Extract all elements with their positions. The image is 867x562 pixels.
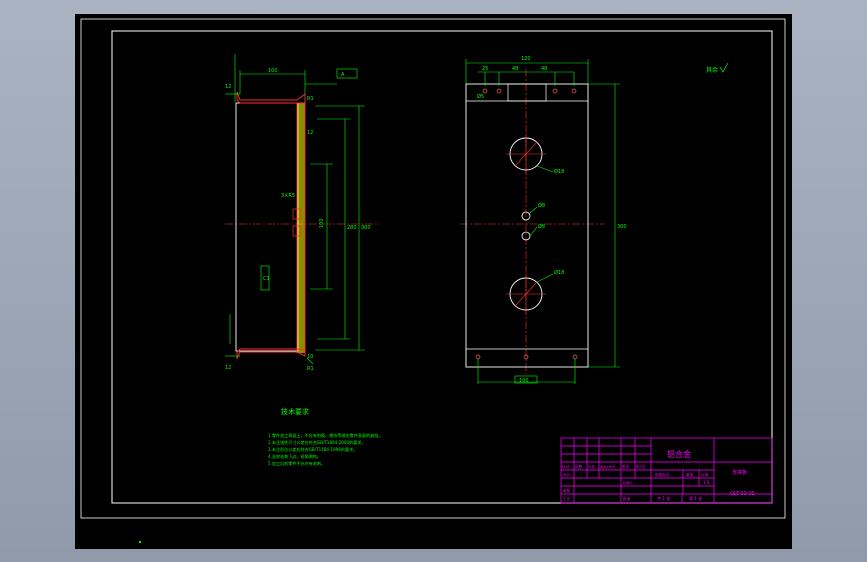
dim-front-spacing-c: 48 (541, 66, 547, 72)
title-header-change: 更改文件号 (600, 464, 615, 469)
side-top-flange (236, 91, 306, 104)
side-outline (235, 102, 299, 352)
dim-side-depth: 12 (307, 130, 313, 136)
tech-req-item-4: 4.去除毛刺飞边，锐角倒钝。 (268, 453, 321, 459)
dim-side-inner-height: 280 (347, 225, 357, 231)
dim-side-thickness: 10 (307, 354, 313, 360)
dim-side-chamfer: C1 (263, 276, 270, 282)
technical-requirements: 技术要求 1.零件加工表面上，不应有划痕、擦伤等损伤零件表面的缺陷。 2.未注线… (268, 407, 382, 466)
title-header-zone: 分区 (588, 464, 596, 469)
title-sheet-total: 共 1 张 (657, 495, 670, 501)
dim-front-spacing-a: 25 (482, 66, 488, 72)
title-block: 铝合金 支撑板 QLT-03-05 1:5 共 1 张 第 1 张 标记 处数 … (560, 437, 773, 504)
title-drawing-number: QLT-03-05 (730, 491, 755, 497)
title-sheet-index: 第 1 张 (689, 495, 702, 501)
dim-front-large-hole-2: Ø18 (554, 269, 564, 276)
cad-canvas[interactable]: 100 12 12 300 280 100 3×R5 12 10 R1 R1 C… (75, 14, 792, 549)
side-view: 100 12 12 300 280 100 3×R5 12 10 R1 R1 C… (225, 54, 380, 372)
title-role-approve: 批准 (623, 496, 631, 501)
roughness-symbol: 其余 (706, 62, 729, 74)
dim-side-overall-height: 300 (361, 225, 371, 231)
tech-req-item-3: 3.未注形位公差应符合GB/T1184-1996的要求。 (268, 446, 357, 452)
dim-front-overall-width: 120 (521, 56, 531, 62)
dim-side-top-width: 100 (268, 68, 278, 74)
dim-front-large-hole: Ø18 (554, 168, 564, 175)
dim-side-flange-left: 12 (225, 84, 231, 90)
dim-side-slot: 3×R5 (281, 193, 295, 199)
cad-drawing: 100 12 12 300 280 100 3×R5 12 10 R1 R1 C… (80, 18, 786, 543)
dim-front-small-hole-bottom: Ø8 (538, 223, 545, 230)
title-stage-mark: 阶段标记 (655, 472, 670, 477)
title-header-mark: 标记 (562, 464, 570, 469)
tech-req-heading: 技术要求 (281, 407, 309, 416)
title-header-sign: 签名 (622, 464, 630, 469)
title-role-standard: 标准化 (623, 480, 632, 485)
dim-front-bottom-spacing: 100 (519, 378, 529, 384)
dim-side-span: 100 (319, 218, 325, 228)
title-scale: 1:5 (703, 480, 710, 485)
dim-front-spacing-b: 48 (512, 66, 518, 72)
dim-front-corner-hole: Ø5 (477, 93, 484, 100)
dim-side-flange-bottom: 12 (225, 365, 231, 371)
title-part-name: 支撑板 (732, 469, 747, 476)
front-outline (465, 83, 589, 368)
front-view: 120 25 48 48 300 Ø18 Ø8 Ø8 Ø18 100 Ø5 (460, 56, 627, 384)
inner-frame (111, 30, 773, 504)
side-bottom-flange (236, 348, 306, 360)
dim-side-radius-top: R1 (307, 96, 314, 102)
dim-front-small-hole-top: Ø8 (538, 202, 545, 209)
title-material: 铝合金 (667, 449, 691, 459)
title-role-design: 设计 (563, 472, 571, 477)
roughness-note: 其余 (706, 66, 718, 74)
title-header-date: 年月日 (636, 464, 646, 469)
tech-req-item-5: 5.加工后的零件不允许有毛刺。 (268, 460, 325, 466)
title-role-process: 工艺 (563, 496, 571, 501)
title-role-review: 审核 (563, 488, 571, 493)
outer-frame (80, 18, 786, 519)
title-header-count: 处数 (575, 464, 583, 469)
title-stage-weight: 重量 (686, 472, 694, 477)
dim-front-overall-height: 300 (617, 224, 627, 230)
title-stage-scale: 比例 (701, 472, 709, 477)
ucs-marker (139, 541, 141, 543)
datum-label: A (341, 72, 345, 78)
tech-req-item-2: 2.未注线性尺寸公差应符合GB/T1804-2000的要求。 (268, 439, 366, 445)
dim-side-radius-bottom: R1 (307, 366, 314, 372)
tech-req-item-1: 1.零件加工表面上，不应有划痕、擦伤等损伤零件表面的缺陷。 (268, 432, 382, 438)
